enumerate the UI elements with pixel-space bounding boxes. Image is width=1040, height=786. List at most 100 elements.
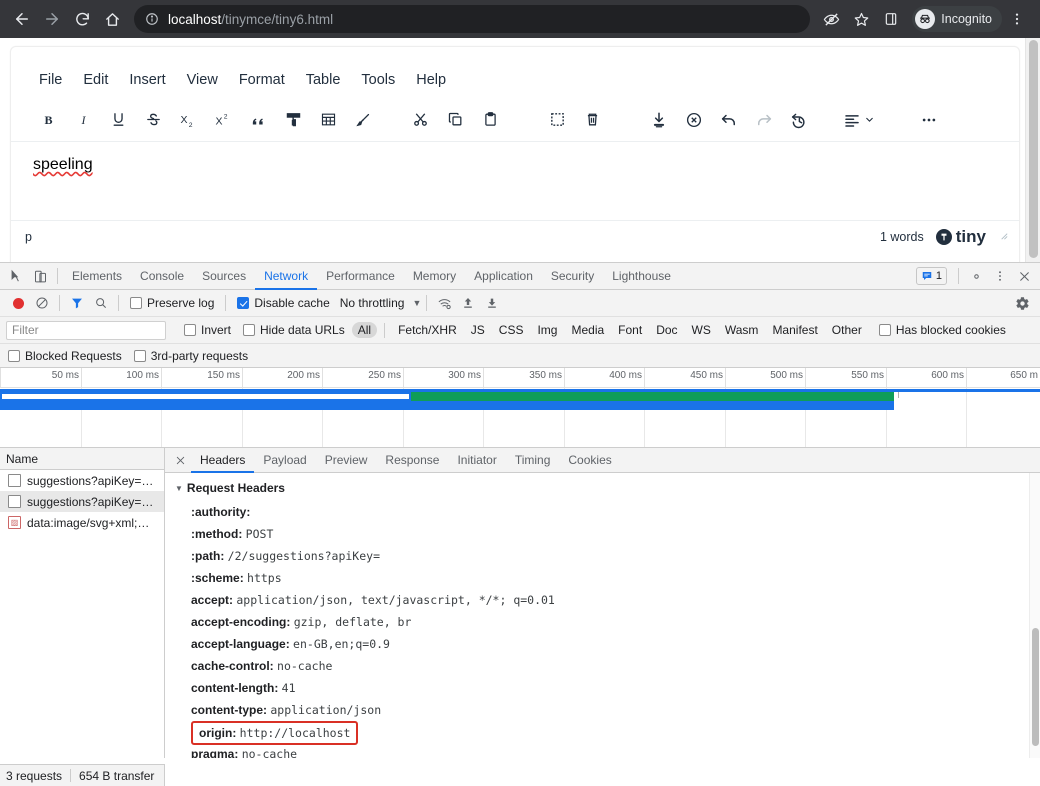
more-options-button[interactable] [914,105,944,135]
third-party-requests-checkbox[interactable]: 3rd-party requests [134,349,248,363]
editor-content-area[interactable]: speeling [11,142,1019,220]
tab-sources[interactable]: Sources [193,263,255,290]
request-list-column-header[interactable]: Name [0,448,164,470]
network-settings-button[interactable] [1010,292,1034,314]
throttling-select[interactable]: No throttling [340,296,405,310]
detail-scrollbar-thumb[interactable] [1032,628,1039,746]
record-button[interactable] [6,292,30,314]
word-count[interactable]: 1 words [880,230,924,244]
overview-request-bar-wait[interactable] [0,392,411,401]
menu-edit[interactable]: Edit [75,68,116,92]
clear-network-log-button[interactable] [30,292,54,314]
menu-view[interactable]: View [179,68,226,92]
profile-chip[interactable]: Incognito [912,6,1002,32]
invert-checkbox[interactable]: Invert [184,323,231,337]
request-row-1[interactable]: suggestions?apiKey=… [0,470,164,491]
type-filter-fetch-xhr[interactable]: Fetch/XHR [392,322,463,338]
devtools-close-button[interactable] [1012,265,1036,287]
bookmark-button[interactable] [848,6,874,32]
misspelled-word[interactable]: speeling [33,156,93,173]
tab-security[interactable]: Security [542,263,603,290]
detail-tab-cookies[interactable]: Cookies [559,448,620,473]
page-scrollbar[interactable] [1025,38,1040,266]
select-all-button[interactable] [542,105,572,135]
detail-tab-timing[interactable]: Timing [506,448,560,473]
type-filter-other[interactable]: Other [826,322,868,338]
device-toolbar-button[interactable] [28,265,52,287]
element-path[interactable]: p [25,230,32,244]
detail-tab-headers[interactable]: Headers [191,448,254,473]
filter-input[interactable]: Filter [6,321,166,340]
tab-memory[interactable]: Memory [404,263,465,290]
forward-button[interactable] [38,5,66,33]
save-button[interactable] [644,105,674,135]
undo-button[interactable] [714,105,744,135]
menu-tools[interactable]: Tools [353,68,403,92]
console-message-badge[interactable]: 1 [916,267,947,285]
hide-data-urls-checkbox[interactable]: Hide data URLs [243,323,345,337]
type-filter-img[interactable]: Img [531,322,563,338]
page-scrollbar-thumb[interactable] [1029,40,1038,258]
detail-tab-payload[interactable]: Payload [254,448,315,473]
request-headers-section-title[interactable]: ▼ Request Headers [165,481,1040,495]
devtools-settings-button[interactable] [964,265,988,287]
strikethrough-button[interactable] [138,105,168,135]
filter-toggle-button[interactable] [65,292,89,314]
request-row-3[interactable]: ▨ data:image/svg+xml;… [0,512,164,533]
tracking-protection-button[interactable] [818,6,844,32]
detail-tab-response[interactable]: Response [376,448,448,473]
cancel-button[interactable] [679,105,709,135]
import-har-button[interactable] [456,292,480,314]
detail-scrollbar[interactable] [1029,473,1040,758]
paste-button[interactable] [475,105,505,135]
tab-application[interactable]: Application [465,263,542,290]
detail-tab-preview[interactable]: Preview [316,448,377,473]
detail-tab-initiator[interactable]: Initiator [448,448,505,473]
tab-elements[interactable]: Elements [63,263,131,290]
menu-file[interactable]: File [31,68,70,92]
tinymce-branding[interactable]: tiny [936,227,986,247]
type-filter-js[interactable]: JS [465,322,491,338]
type-filter-doc[interactable]: Doc [650,322,683,338]
tab-console[interactable]: Console [131,263,193,290]
underline-button[interactable] [103,105,133,135]
search-button[interactable] [89,292,113,314]
address-bar[interactable]: localhost/tinymce/tiny6.html [134,5,810,33]
throttling-chevron-down-icon[interactable]: ▼ [412,298,421,308]
italic-button[interactable]: I [68,105,98,135]
export-har-button[interactable] [480,292,504,314]
type-filter-all[interactable]: All [352,322,377,338]
type-filter-media[interactable]: Media [565,322,610,338]
cut-button[interactable] [405,105,435,135]
menu-format[interactable]: Format [231,68,293,92]
inspect-element-button[interactable] [4,265,28,287]
copy-button[interactable] [440,105,470,135]
network-conditions-button[interactable] [432,292,456,314]
clear-formatting-button[interactable] [348,105,378,135]
devtools-more-button[interactable] [988,265,1012,287]
browser-menu-button[interactable] [1004,6,1030,32]
side-panel-button[interactable] [878,6,904,32]
superscript-button[interactable]: X2 [208,105,238,135]
type-filter-font[interactable]: Font [612,322,648,338]
network-overview-timeline[interactable]: 50 ms 100 ms 150 ms 200 ms 250 ms 300 ms… [0,368,1040,448]
has-blocked-cookies-checkbox[interactable]: Has blocked cookies [879,323,1006,337]
site-info-icon[interactable] [144,11,160,27]
restore-draft-button[interactable] [784,105,814,135]
tab-network[interactable]: Network [255,263,317,290]
menu-help[interactable]: Help [408,68,454,92]
back-button[interactable] [8,5,36,33]
type-filter-manifest[interactable]: Manifest [766,322,823,338]
type-filter-ws[interactable]: WS [686,322,717,338]
tab-performance[interactable]: Performance [317,263,404,290]
type-filter-wasm[interactable]: Wasm [719,322,765,338]
blockquote-button[interactable] [243,105,273,135]
home-button[interactable] [98,5,126,33]
reload-button[interactable] [68,5,96,33]
detail-close-button[interactable] [171,448,189,473]
resize-grip-icon[interactable] [998,230,1009,244]
disable-cache-checkbox[interactable]: Disable cache [237,296,329,310]
align-button[interactable] [841,105,877,135]
menu-table[interactable]: Table [298,68,349,92]
request-row-2[interactable]: suggestions?apiKey=… [0,491,164,512]
